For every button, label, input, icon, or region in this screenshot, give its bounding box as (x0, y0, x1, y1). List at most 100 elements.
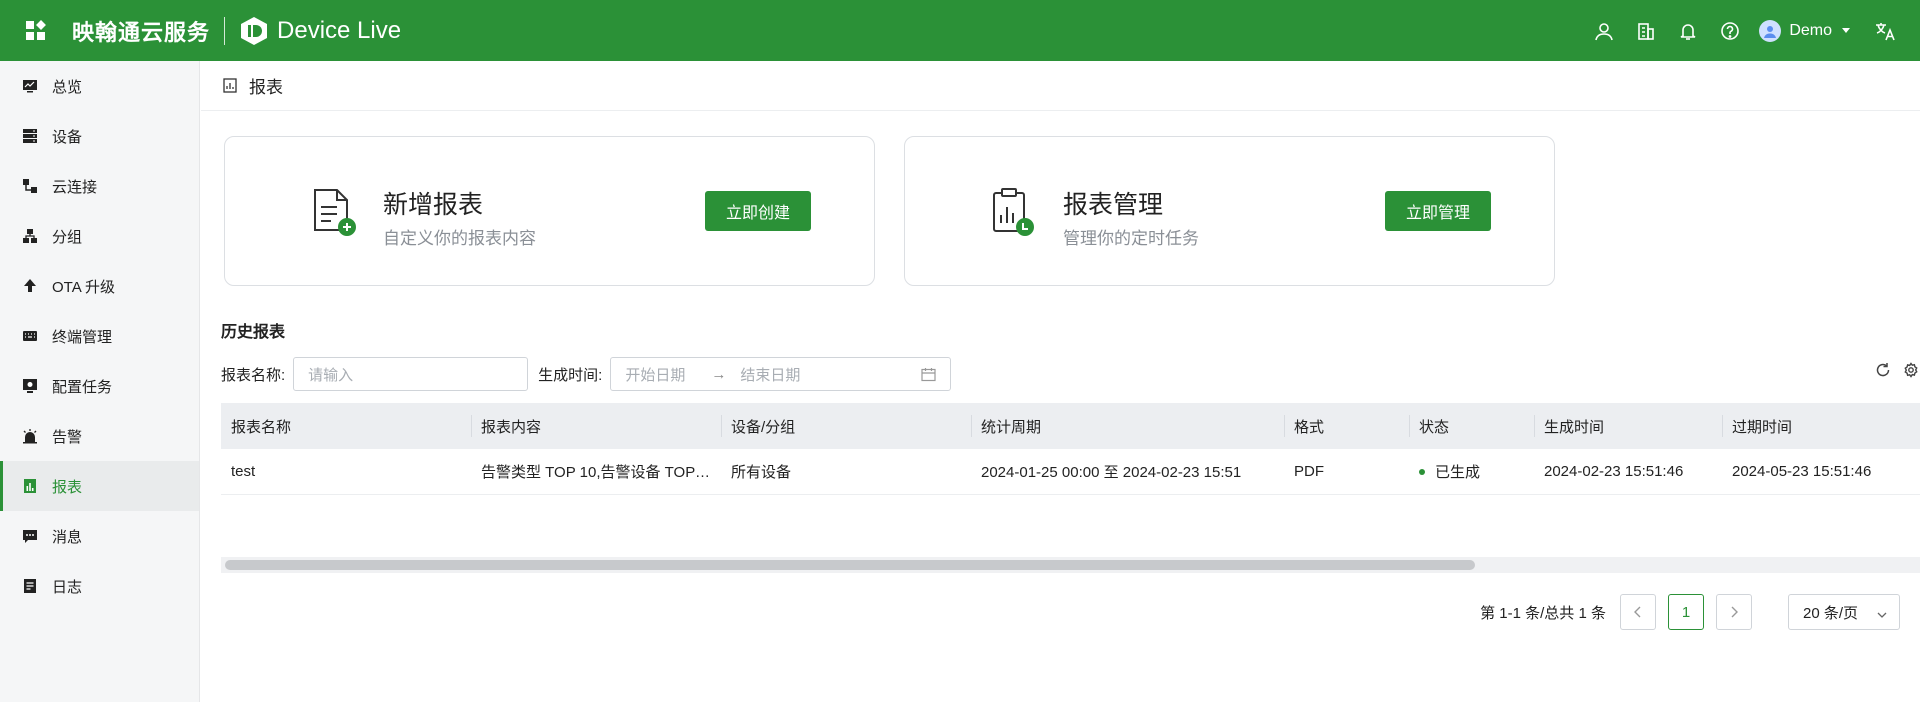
report-icon (22, 478, 38, 494)
sidebar-item-terminal[interactable]: 终端管理 (0, 311, 199, 361)
bell-icon[interactable] (1675, 18, 1701, 44)
prev-page-button[interactable] (1620, 594, 1656, 630)
sidebar-item-label: 日志 (52, 578, 83, 596)
sidebar: 总览 设备 云连接 分组 OTA 升级 终端管理 配置任务 告警 报表 消息 日… (0, 61, 200, 702)
sidebar-item-label: 消息 (52, 528, 83, 546)
filter-bar: 报表名称: 请输入 生成时间: 开始日期 → 结束日期 (221, 357, 952, 391)
create-now-button[interactable]: 立即创建 (705, 191, 811, 231)
column-header: 状态 (1409, 403, 1534, 449)
sidebar-item-alarms[interactable]: 告警 (0, 411, 199, 461)
log-icon (22, 578, 38, 594)
calendar-icon (921, 367, 936, 382)
translate-icon[interactable] (1872, 18, 1898, 44)
card-subtitle: 自定义你的报表内容 (383, 229, 536, 248)
column-header: 设备/分组 (721, 403, 971, 449)
building-icon[interactable] (1633, 18, 1659, 44)
apps-grid-icon[interactable] (22, 17, 50, 45)
refresh-icon[interactable] (1874, 361, 1892, 379)
page-size-select[interactable]: 20 条/页 (1788, 594, 1900, 630)
column-header: 报表内容 (471, 403, 721, 449)
sidebar-item-groups[interactable]: 分组 (0, 211, 199, 261)
card-subtitle: 管理你的定时任务 (1063, 229, 1199, 248)
generate-time-label: 生成时间: (538, 366, 603, 384)
sidebar-item-label: 分组 (52, 228, 83, 246)
column-header: 生成时间 (1534, 403, 1722, 449)
page-size-value: 20 条/页 (1803, 604, 1859, 622)
manage-report-card: 报表管理 管理你的定时任务 立即管理 (904, 136, 1555, 286)
report-name-label: 报表名称: (221, 366, 286, 384)
cell-period: 2024-01-25 00:00 至 2024-02-23 15:51 (981, 464, 1242, 481)
next-page-button[interactable] (1716, 594, 1752, 630)
column-header: 格式 (1284, 403, 1409, 449)
history-reports-table: 报表名称 报表内容 设备/分组 统计周期 格式 状态 生成时间 过期时间 tes… (221, 403, 1920, 495)
scrollbar-thumb[interactable] (225, 560, 1475, 570)
sidebar-item-devices[interactable]: 设备 (0, 111, 199, 161)
page-number-button[interactable]: 1 (1668, 594, 1704, 630)
sidebar-item-messages[interactable]: 消息 (0, 511, 199, 561)
table-tools (1864, 361, 1920, 379)
new-report-icon (311, 187, 357, 237)
keyboard-icon (22, 328, 38, 344)
date-range-picker[interactable]: 开始日期 → 结束日期 (610, 357, 952, 391)
sidebar-item-label: 告警 (52, 428, 83, 446)
chevron-down-icon (1877, 607, 1887, 618)
cell-status: 已生成 (1409, 449, 1534, 495)
user-name: Demo (1789, 21, 1832, 39)
start-date-input[interactable]: 开始日期 (625, 364, 685, 385)
sidebar-item-label: 总览 (52, 78, 83, 96)
sidebar-item-overview[interactable]: 总览 (0, 61, 199, 111)
status-badge: 已生成 (1435, 464, 1481, 481)
sidebar-item-config-tasks[interactable]: 配置任务 (0, 361, 199, 411)
table-row[interactable]: test 告警类型 TOP 10,告警设备 TOP 10 所有设备 2024-0… (221, 449, 1920, 495)
end-date-input[interactable]: 结束日期 (740, 364, 800, 385)
user-icon[interactable] (1591, 18, 1617, 44)
sidebar-item-label: 配置任务 (52, 378, 113, 396)
new-report-card: 新增报表 自定义你的报表内容 立即创建 (224, 136, 875, 286)
cell-report-content: 告警类型 TOP 10,告警设备 TOP 10 (471, 449, 721, 495)
cell-report-name: test (231, 463, 256, 480)
message-icon (22, 528, 38, 544)
sidebar-item-cloud-connection[interactable]: 云连接 (0, 161, 199, 211)
horizontal-scrollbar[interactable] (221, 557, 1920, 573)
page-header: 报表 (201, 61, 1920, 111)
brand-name-cn: 映翰通云服务 (72, 19, 211, 45)
status-dot (1419, 468, 1425, 475)
card-title: 新增报表 (383, 191, 484, 219)
alarm-icon (22, 428, 38, 444)
column-header: 报表名称 (231, 418, 292, 436)
sidebar-item-ota-upgrade[interactable]: OTA 升级 (0, 261, 199, 311)
group-icon (22, 228, 38, 244)
config-icon (22, 378, 38, 394)
report-icon (223, 78, 239, 94)
chevron-left-icon (1634, 606, 1641, 618)
settings-gear-icon[interactable] (1902, 361, 1920, 379)
column-header: 过期时间 (1722, 403, 1920, 449)
history-reports-title: 历史报表 (221, 324, 286, 341)
card-title: 报表管理 (1063, 191, 1164, 219)
report-schedule-icon (991, 187, 1037, 237)
upgrade-icon (22, 278, 38, 294)
monitor-icon (22, 78, 38, 94)
sidebar-item-label: OTA 升级 (52, 278, 116, 296)
pagination-summary: 第 1-1 条/总共 1 条 (1480, 604, 1606, 622)
connection-icon (22, 178, 38, 194)
cell-expire-time: 2024-05-23 15:51:46 (1732, 463, 1872, 480)
page-title: 报表 (249, 78, 283, 97)
sidebar-item-logs[interactable]: 日志 (0, 561, 199, 611)
avatar (1759, 19, 1782, 42)
sidebar-item-label: 报表 (52, 478, 83, 496)
table-header: 报表名称 报表内容 设备/分组 统计周期 格式 状态 生成时间 过期时间 (221, 403, 1920, 449)
brand-name-en: Device Live (277, 16, 402, 44)
report-name-input[interactable]: 请输入 (293, 357, 529, 391)
user-menu[interactable]: Demo (1759, 19, 1850, 42)
cell-target: 所有设备 (731, 464, 792, 481)
manage-now-button[interactable]: 立即管理 (1385, 191, 1491, 231)
chevron-right-icon (1731, 606, 1738, 618)
sidebar-item-reports[interactable]: 报表 (0, 461, 199, 511)
cell-format: PDF (1294, 463, 1324, 480)
column-header: 统计周期 (971, 403, 1284, 449)
main-content: 报表 新增报表 自定义你的报表内容 立即创建 报表管理 管理你的定时任务 立即管… (201, 61, 1920, 702)
help-icon[interactable] (1717, 18, 1743, 44)
pagination: 第 1-1 条/总共 1 条 1 20 条/页 (1480, 594, 1900, 630)
top-header: 映翰通云服务 Device Live Demo (0, 0, 1920, 61)
